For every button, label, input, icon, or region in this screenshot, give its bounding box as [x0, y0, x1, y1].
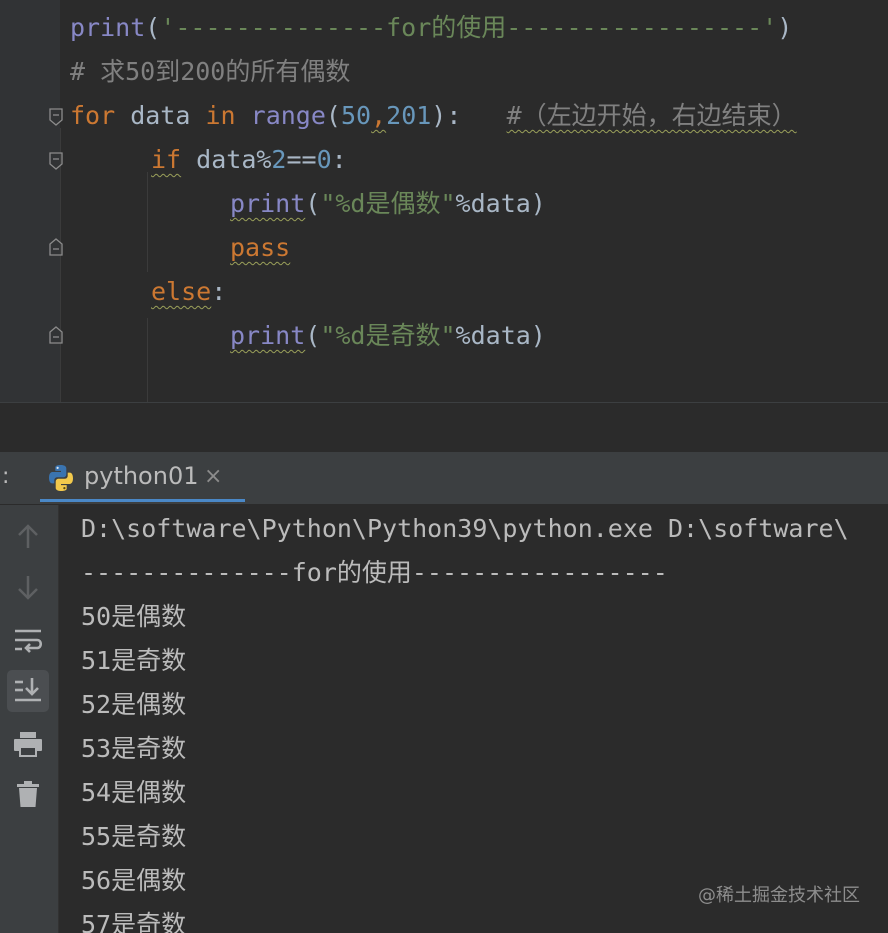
- scroll-to-end-button[interactable]: [7, 670, 49, 712]
- code-keyword: for: [70, 101, 116, 130]
- code-number: 201: [386, 101, 432, 130]
- code-string: "%d是奇数": [320, 321, 456, 350]
- code-number: 50: [340, 101, 372, 130]
- code-token: ==: [286, 145, 317, 174]
- code-keyword: in: [205, 101, 236, 130]
- panel-splitter[interactable]: [0, 402, 888, 453]
- console-line: 51是奇数: [81, 646, 187, 675]
- code-line-3[interactable]: for data in range(50,201): #（左边开始，右边结束）: [70, 94, 797, 138]
- code-token: :: [331, 145, 347, 174]
- tab-label: python01: [84, 462, 199, 490]
- run-tab-bar: : python01 ×: [0, 452, 888, 505]
- code-token: :: [211, 277, 227, 306]
- code-string: "%d是偶数": [320, 189, 456, 218]
- code-token: %data): [455, 321, 546, 350]
- code-number: 2: [271, 145, 287, 174]
- code-token: ,: [371, 101, 387, 130]
- console-line: 54是偶数: [81, 778, 187, 807]
- code-line-4[interactable]: if data%2==0:: [151, 138, 347, 182]
- code-line-7[interactable]: else:: [151, 270, 226, 314]
- code-line-8[interactable]: print("%d是奇数"%data): [230, 314, 546, 358]
- code-editor[interactable]: print('--------------for的使用-------------…: [0, 0, 888, 402]
- code-line-2[interactable]: # 求50到200的所有偶数: [70, 50, 350, 94]
- code-token: (: [305, 189, 321, 218]
- code-comment: # 求50到200的所有偶数: [70, 57, 351, 86]
- soft-wrap-icon[interactable]: [7, 619, 49, 661]
- code-keyword: if: [151, 145, 182, 174]
- fold-collapse-icon[interactable]: [49, 152, 63, 170]
- code-token: print: [230, 321, 306, 350]
- fold-collapse-icon[interactable]: [49, 108, 63, 126]
- code-line-1[interactable]: print('--------------for的使用-------------…: [70, 6, 792, 50]
- code-line-5[interactable]: print("%d是偶数"%data): [230, 182, 546, 226]
- scroll-to-end-icon: [15, 678, 41, 702]
- console-line: 56是偶数: [81, 866, 187, 895]
- code-string: '--------------for的使用-----------------': [160, 13, 778, 42]
- console-line: D:\software\Python\Python39\python.exe D…: [81, 514, 849, 543]
- python-icon: [49, 465, 73, 491]
- indent-guide: [147, 172, 148, 272]
- fold-end-icon[interactable]: [49, 326, 63, 344]
- arrow-up-icon[interactable]: [7, 516, 49, 558]
- code-token: range: [250, 101, 326, 130]
- code-line-6[interactable]: pass: [230, 226, 290, 270]
- watermark: @稀土掘金技术社区: [698, 885, 860, 906]
- run-side-toolbar: [0, 505, 59, 933]
- fold-end-icon[interactable]: [49, 238, 63, 256]
- code-token: (: [325, 101, 341, 130]
- code-token: ):: [431, 101, 462, 130]
- trash-icon[interactable]: [7, 773, 49, 815]
- code-token: %data): [455, 189, 546, 218]
- code-comment: #（左边开始，右边结束）: [506, 101, 797, 130]
- console-line: 53是奇数: [81, 734, 187, 763]
- code-token: print: [230, 189, 306, 218]
- arrow-down-icon[interactable]: [7, 566, 49, 608]
- code-token: print: [70, 13, 146, 42]
- console-line: 55是奇数: [81, 822, 187, 851]
- tool-window-title: :: [2, 464, 10, 489]
- code-token: (: [305, 321, 321, 350]
- code-token: ): [777, 13, 793, 42]
- console-line: 57是奇数: [81, 910, 187, 933]
- tab-python01[interactable]: python01 ×: [40, 452, 245, 502]
- print-icon[interactable]: [7, 723, 49, 765]
- code-token: data%: [181, 145, 272, 174]
- run-console[interactable]: D:\software\Python\Python39\python.exe D…: [59, 505, 888, 933]
- code-number: 0: [316, 145, 332, 174]
- code-token: data: [115, 101, 206, 130]
- console-line: 52是偶数: [81, 690, 187, 719]
- console-line: 50是偶数: [81, 602, 187, 631]
- indent-guide: [147, 318, 148, 402]
- console-line: --------------for的使用-----------------: [81, 558, 668, 587]
- code-token: (: [145, 13, 161, 42]
- code-keyword: else: [151, 277, 212, 306]
- code-keyword: pass: [230, 233, 291, 262]
- close-icon[interactable]: ×: [204, 464, 222, 489]
